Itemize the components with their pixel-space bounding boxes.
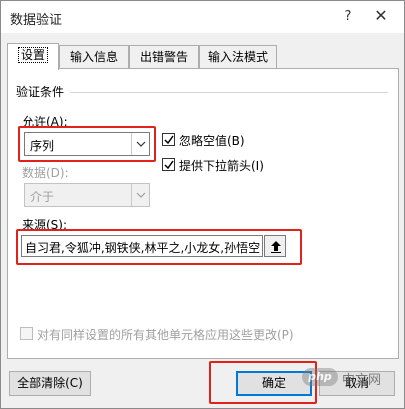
tab-ime-mode[interactable]: 输入法模式 <box>199 45 277 69</box>
collapse-arrow-icon <box>271 241 281 253</box>
section-divider <box>70 92 388 93</box>
ok-button[interactable]: 确定 <box>236 371 312 396</box>
chevron-down-icon[interactable] <box>131 184 149 206</box>
tab-error-alert[interactable]: 出错警告 <box>129 45 199 69</box>
settings-panel: 验证条件 <box>7 68 399 359</box>
source-input-value: 自习君,令狐冲,钢铁侠,林平之,小龙女,孙悟空 <box>25 241 261 255</box>
range-select-button[interactable] <box>264 235 286 257</box>
apply-all-checkbox[interactable] <box>20 327 33 340</box>
apply-all-label[interactable]: 对有同样设置的所有其他单元格应用这些更改(P) <box>37 326 294 343</box>
chevron-down-icon[interactable] <box>131 133 149 155</box>
allow-select[interactable]: 序列 <box>24 132 150 156</box>
window-title: 数据验证 <box>10 13 63 28</box>
close-button[interactable]: ✕ <box>373 7 389 25</box>
tab-error-alert-label: 出错警告 <box>139 50 188 64</box>
watermark-text: 中文网 <box>342 373 382 388</box>
help-button[interactable]: ? <box>341 9 355 25</box>
tab-settings-label: 设置 <box>17 47 48 63</box>
title-bar[interactable]: 数据验证 ? ✕ <box>1 1 404 33</box>
in-cell-dropdown-checkbox[interactable] <box>162 158 175 171</box>
ignore-blank-label[interactable]: 忽略空值(B) <box>179 132 245 149</box>
data-select[interactable]: 介于 <box>24 183 150 207</box>
tab-settings[interactable]: 设置 <box>7 43 59 70</box>
allow-select-value: 序列 <box>30 139 55 153</box>
source-label: 来源(S): <box>22 218 68 232</box>
in-cell-dropdown-label[interactable]: 提供下拉箭头(I) <box>179 157 264 174</box>
watermark-logo: php <box>302 368 338 386</box>
criteria-section-title: 验证条件 <box>16 85 65 99</box>
ignore-blank-checkbox[interactable] <box>162 133 175 146</box>
data-label: 数据(D): <box>22 166 69 180</box>
clear-all-button[interactable]: 全部清除(C) <box>9 371 91 396</box>
tab-input-message[interactable]: 输入信息 <box>59 45 129 69</box>
data-select-value: 介于 <box>30 190 55 204</box>
data-validation-dialog: 数据验证 ? ✕ 设置 输入信息 出错警告 输入法模式 验证条件 允许(A): … <box>0 0 405 409</box>
source-input[interactable]: 自习君,令狐冲,钢铁侠,林平之,小龙女,孙悟空 <box>21 235 263 257</box>
allow-label: 允许(A): <box>22 115 68 129</box>
tab-input-message-label: 输入信息 <box>69 50 118 64</box>
tab-ime-mode-label: 输入法模式 <box>207 50 268 64</box>
